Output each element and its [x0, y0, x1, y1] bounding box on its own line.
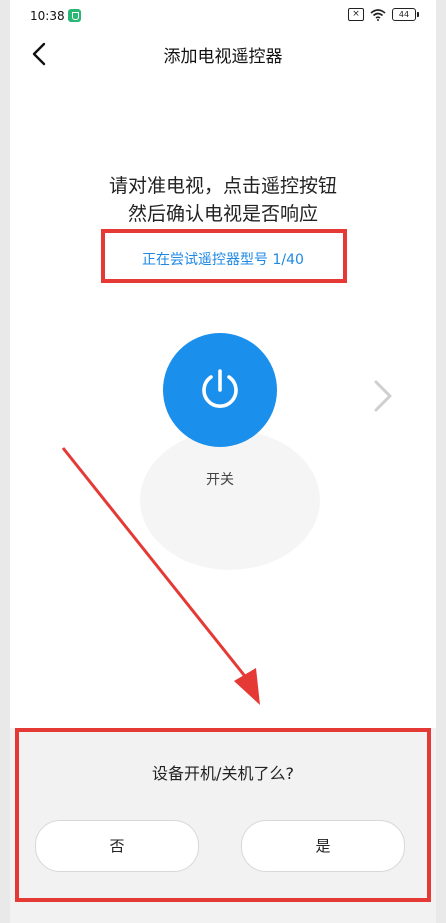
highlight-box-dialog: [15, 728, 431, 902]
power-icon: [202, 369, 238, 408]
wifi-icon: [370, 8, 386, 21]
background-watermark: [140, 430, 320, 570]
app-screen: 10:38 × 44 添加电视遥控器 请对准电视，点击遥控按钮 然后确认电视是否…: [10, 0, 436, 923]
battery-icon: 44: [392, 8, 419, 21]
instruction-line-2: 然后确认电视是否响应: [127, 203, 318, 225]
shield-icon: [68, 9, 81, 22]
page-title: 添加电视遥控器: [163, 47, 283, 67]
sim-x-icon: ×: [348, 8, 364, 21]
yes-button[interactable]: 是: [241, 820, 405, 872]
instruction-line-1: 请对准电视，点击遥控按钮: [108, 175, 337, 197]
power-label: 开关: [206, 472, 234, 488]
no-button[interactable]: 否: [35, 820, 199, 872]
confirm-question: 设备开机/关机了么?: [152, 764, 294, 783]
status-icons: × 44: [348, 8, 419, 21]
power-button[interactable]: [163, 333, 277, 447]
chevron-right-icon[interactable]: [370, 376, 396, 416]
model-status: 正在尝试遥控器型号 1/40: [142, 252, 304, 268]
instruction-text: 请对准电视，点击遥控按钮 然后确认电视是否响应: [10, 172, 436, 228]
status-bar: 10:38 × 44: [10, 0, 436, 32]
app-header: 添加电视遥控器: [10, 32, 436, 76]
status-time: 10:38: [30, 9, 65, 23]
